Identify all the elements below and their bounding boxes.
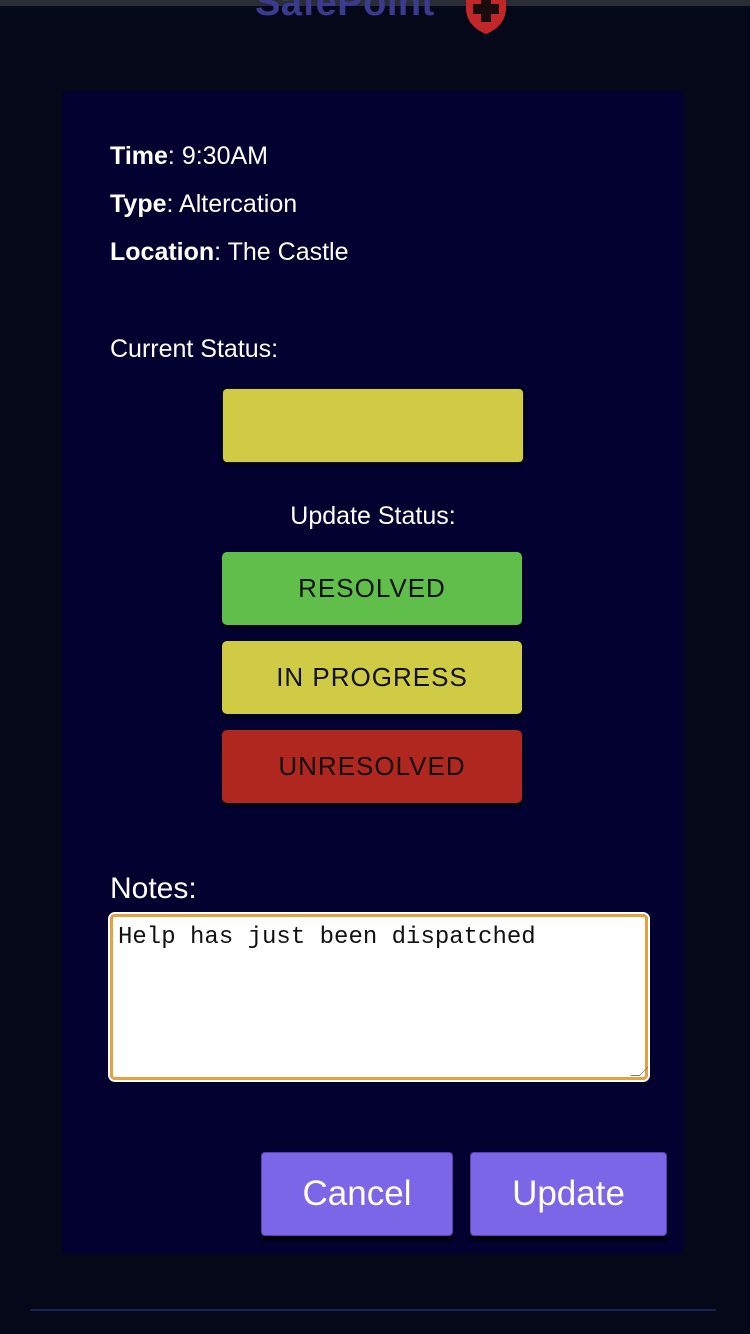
location-label: Location <box>110 238 215 266</box>
current-status-indicator <box>222 388 524 463</box>
notes-label: Notes: <box>110 872 197 905</box>
time-label: Time <box>110 142 168 170</box>
cancel-button[interactable]: Cancel <box>261 1152 453 1236</box>
time-row: Time: 9:30AM <box>110 142 268 170</box>
location-row: Location: The Castle <box>110 238 349 266</box>
incident-modal: Time: 9:30AM Type: Altercation Location:… <box>62 91 684 1254</box>
update-status-label: Update Status: <box>290 502 456 530</box>
update-button[interactable]: Update <box>470 1152 667 1236</box>
notes-textarea[interactable]: Help has just been dispatched <box>108 912 650 1082</box>
time-value: 9:30AM <box>181 142 268 170</box>
type-label: Type <box>110 190 167 218</box>
brand-header: SafePoint <box>0 0 750 40</box>
location-value: The Castle <box>227 238 349 266</box>
type-row: Type: Altercation <box>110 190 298 218</box>
unresolved-button[interactable]: UNRESOLVED <box>222 730 522 803</box>
footer-divider <box>30 1309 716 1311</box>
type-value: Altercation <box>179 190 298 218</box>
brand-name: SafePoint <box>255 0 435 24</box>
in-progress-button[interactable]: IN PROGRESS <box>222 641 522 714</box>
resolved-button[interactable]: RESOLVED <box>222 552 522 625</box>
current-status-label: Current Status: <box>110 335 279 363</box>
shield-cross-icon <box>466 0 506 34</box>
